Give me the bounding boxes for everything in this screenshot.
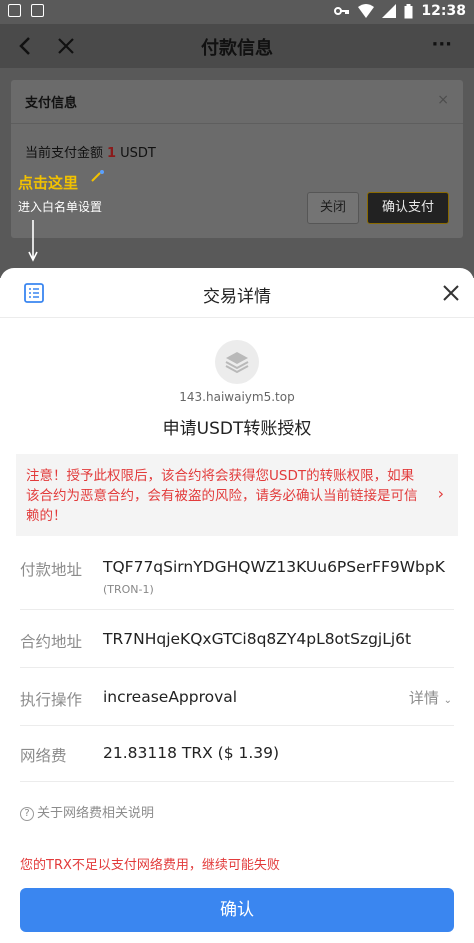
contract-address-row: 合约地址 TR7NHqjeKQxGTCi8q8ZY4pL8otSzgjLj6t xyxy=(20,610,454,668)
payment-dialog-header: 支付信息 × xyxy=(11,80,463,124)
confirm-payment-button[interactable]: 确认支付 xyxy=(367,192,449,224)
more-menu-button[interactable]: ··· xyxy=(431,34,452,55)
layers-icon xyxy=(225,352,249,374)
warning-banner[interactable]: 注意！授予此权限后，该合约将会获得您USDT的转账权限，如果该合约为恶意合约，会… xyxy=(16,454,458,536)
contract-address-label: 合约地址 xyxy=(20,633,83,651)
sparkle-icon xyxy=(91,170,104,182)
payer-address-label: 付款地址 xyxy=(20,561,83,579)
operation-value: increaseApproval xyxy=(103,688,238,706)
whitelist-annotation: 进入白名单设置 xyxy=(18,200,103,214)
payment-dialog-close-icon[interactable]: × xyxy=(437,92,449,108)
click-here-annotation: 点击这里 xyxy=(18,174,79,192)
down-arrow-icon xyxy=(28,220,38,262)
fee-info-link[interactable]: ? 关于网络费相关说明 xyxy=(20,802,154,821)
notification-icon xyxy=(8,4,21,17)
payment-amount-label: 当前支付金额 xyxy=(25,146,104,161)
details-link[interactable]: 详情 ⌄ xyxy=(409,687,452,708)
payer-address-value: TQF77qSirnYDGHQWZ13KUu6PSerFF9WbpK xyxy=(103,558,445,576)
signal-icon xyxy=(382,4,397,18)
authorization-title: 申请USDT转账授权 xyxy=(162,419,312,439)
site-logo xyxy=(215,340,259,384)
close-button[interactable]: 关闭 xyxy=(307,192,359,224)
operation-label: 执行操作 xyxy=(20,691,83,709)
payer-address-row: 付款地址 TQF77qSirnYDGHQWZ13KUu6PSerFF9WbpK … xyxy=(20,538,454,610)
question-circle-icon: ? xyxy=(20,807,34,821)
payment-dialog-title: 支付信息 xyxy=(25,96,78,111)
wifi-icon xyxy=(358,4,375,18)
battery-icon xyxy=(404,3,413,18)
insufficient-trx-warning: 您的TRX不足以支付网络费用，继续可能失败 xyxy=(20,858,280,873)
chevron-down-icon: ⌄ xyxy=(443,695,452,706)
network-fee-row: 网络费 21.83118 TRX ($ 1.39) xyxy=(20,726,454,782)
network-fee-value: 21.83118 TRX ($ 1.39) xyxy=(103,744,280,762)
nav-bar: 付款信息 ··· xyxy=(0,24,474,68)
site-domain: 143.haiwaiym5.top xyxy=(179,390,295,404)
sheet-header: 交易详情 xyxy=(0,268,474,318)
transaction-sheet: 交易详情 143.haiwaiym5.top 申请USDT转账授权 注意！授予此… xyxy=(0,268,474,943)
sheet-title: 交易详情 xyxy=(203,287,271,307)
payment-amount-value: 1 xyxy=(107,146,117,161)
page-title: 付款信息 xyxy=(201,38,273,59)
close-icon[interactable] xyxy=(440,282,462,304)
status-bar: 12:38 xyxy=(0,0,474,24)
operation-row: 执行操作 increaseApproval 详情 ⌄ xyxy=(20,668,454,726)
fee-info-text: 关于网络费相关说明 xyxy=(37,806,155,821)
confirm-button[interactable]: 确认 xyxy=(20,888,454,932)
contract-address-value: TR7NHqjeKQxGTCi8q8ZY4pL8otSzgjLj6t xyxy=(103,630,412,648)
status-time: 12:38 xyxy=(421,3,466,19)
key-icon xyxy=(334,7,350,15)
chevron-right-icon: › xyxy=(437,484,444,503)
details-link-label: 详情 xyxy=(408,689,439,707)
app-notification-icon xyxy=(31,4,44,17)
payment-amount-unit: USDT xyxy=(120,146,156,161)
network-fee-label: 网络费 xyxy=(20,747,67,765)
warning-text: 注意！授予此权限后，该合约将会获得您USDT的转账权限，如果该合约为恶意合约，会… xyxy=(26,468,418,524)
payer-network: (TRON-1) xyxy=(103,583,154,596)
payment-amount: 当前支付金额 1 USDT xyxy=(25,142,156,161)
page-backdrop: 支付信息 × 当前支付金额 1 USDT 关闭 确认支付 点击这里 进入白名单设置 xyxy=(0,68,474,278)
